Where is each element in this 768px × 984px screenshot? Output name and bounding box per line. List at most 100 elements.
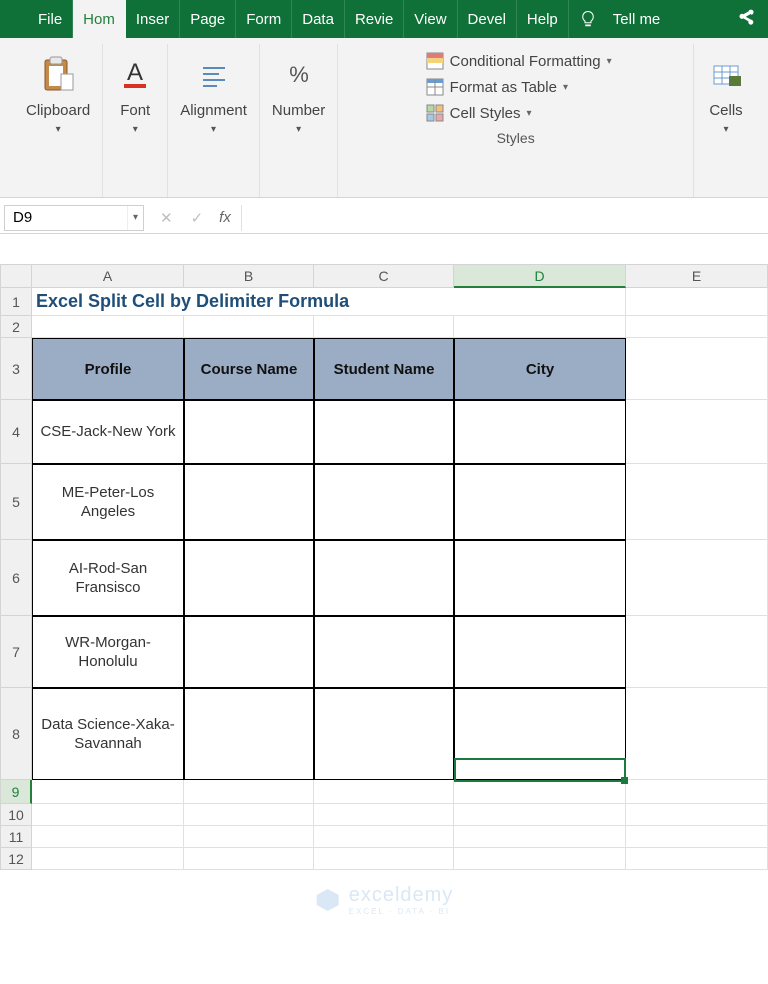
select-all-triangle[interactable] bbox=[0, 264, 32, 288]
share-icon[interactable] bbox=[736, 8, 756, 28]
cell-B12[interactable] bbox=[184, 848, 314, 870]
cell-E12[interactable] bbox=[626, 848, 768, 870]
cell-E2[interactable] bbox=[626, 316, 768, 338]
cell-D8[interactable] bbox=[454, 688, 626, 780]
cell-A6[interactable]: AI-Rod-San Fransisco bbox=[32, 540, 184, 616]
row-header-8[interactable]: 8 bbox=[0, 688, 32, 780]
row-header-3[interactable]: 3 bbox=[0, 338, 32, 400]
conditional-formatting-button[interactable]: Conditional Formatting ▾ bbox=[426, 52, 612, 70]
cell-E8[interactable] bbox=[626, 688, 768, 780]
tab-view[interactable]: View bbox=[404, 0, 457, 38]
cell-C8[interactable] bbox=[314, 688, 454, 780]
tab-file[interactable]: File bbox=[28, 0, 73, 38]
cell-C11[interactable] bbox=[314, 826, 454, 848]
formula-enter-icon[interactable]: ✓ bbox=[191, 209, 204, 227]
tab-developer[interactable]: Devel bbox=[458, 0, 517, 38]
paste-button[interactable]: Clipboard ▾ bbox=[26, 54, 90, 135]
row-header-11[interactable]: 11 bbox=[0, 826, 32, 848]
row-header-5[interactable]: 5 bbox=[0, 464, 32, 540]
cell-B2[interactable] bbox=[184, 316, 314, 338]
cell-A12[interactable] bbox=[32, 848, 184, 870]
tab-page-layout[interactable]: Page bbox=[180, 0, 236, 38]
row-header-6[interactable]: 6 bbox=[0, 540, 32, 616]
name-box-dropdown[interactable]: ▾ bbox=[127, 206, 143, 230]
fx-icon[interactable]: fx bbox=[219, 209, 241, 226]
tab-home[interactable]: Hom bbox=[73, 0, 126, 38]
cell-A1[interactable]: Excel Split Cell by Delimiter Formula bbox=[32, 288, 626, 316]
cell-A7[interactable]: WR-Morgan-Honolulu bbox=[32, 616, 184, 688]
formula-input[interactable] bbox=[242, 205, 768, 231]
formula-bar[interactable] bbox=[241, 205, 768, 231]
row-header-2[interactable]: 2 bbox=[0, 316, 32, 338]
cell-D10[interactable] bbox=[454, 804, 626, 826]
cell-D2[interactable] bbox=[454, 316, 626, 338]
cell-B9[interactable] bbox=[184, 780, 314, 804]
row-header-7[interactable]: 7 bbox=[0, 616, 32, 688]
tab-formulas[interactable]: Form bbox=[236, 0, 292, 38]
cell-D5[interactable] bbox=[454, 464, 626, 540]
cell-A10[interactable] bbox=[32, 804, 184, 826]
cell-C7[interactable] bbox=[314, 616, 454, 688]
cell-C12[interactable] bbox=[314, 848, 454, 870]
col-header-D[interactable]: D bbox=[454, 264, 626, 288]
cell-A3[interactable]: Profile bbox=[32, 338, 184, 400]
cell-C10[interactable] bbox=[314, 804, 454, 826]
number-button[interactable]: % Number ▾ bbox=[272, 54, 325, 135]
row-header-9[interactable]: 9 bbox=[0, 780, 32, 804]
cell-C5[interactable] bbox=[314, 464, 454, 540]
cell-E1[interactable] bbox=[626, 288, 768, 316]
col-header-C[interactable]: C bbox=[314, 264, 454, 288]
row-header-1[interactable]: 1 bbox=[0, 288, 32, 316]
cell-E11[interactable] bbox=[626, 826, 768, 848]
cell-B8[interactable] bbox=[184, 688, 314, 780]
col-header-B[interactable]: B bbox=[184, 264, 314, 288]
cell-B10[interactable] bbox=[184, 804, 314, 826]
cell-B5[interactable] bbox=[184, 464, 314, 540]
cell-A8[interactable]: Data Science-Xaka-Savannah bbox=[32, 688, 184, 780]
cell-A4[interactable]: CSE-Jack-New York bbox=[32, 400, 184, 464]
cell-C6[interactable] bbox=[314, 540, 454, 616]
tab-insert[interactable]: Inser bbox=[126, 0, 180, 38]
cell-E5[interactable] bbox=[626, 464, 768, 540]
cell-E7[interactable] bbox=[626, 616, 768, 688]
col-header-A[interactable]: A bbox=[32, 264, 184, 288]
cell-D9[interactable] bbox=[454, 780, 626, 804]
cell-A11[interactable] bbox=[32, 826, 184, 848]
cell-E4[interactable] bbox=[626, 400, 768, 464]
cell-D12[interactable] bbox=[454, 848, 626, 870]
cell-C4[interactable] bbox=[314, 400, 454, 464]
name-box[interactable]: ▾ bbox=[4, 205, 144, 231]
cell-D6[interactable] bbox=[454, 540, 626, 616]
cell-B6[interactable] bbox=[184, 540, 314, 616]
cell-B7[interactable] bbox=[184, 616, 314, 688]
cell-D7[interactable] bbox=[454, 616, 626, 688]
alignment-button[interactable]: Alignment ▾ bbox=[180, 54, 247, 135]
cell-D3[interactable]: City bbox=[454, 338, 626, 400]
cell-A2[interactable] bbox=[32, 316, 184, 338]
formula-cancel-icon[interactable]: ✕ bbox=[160, 209, 173, 227]
tab-review[interactable]: Revie bbox=[345, 0, 404, 38]
cells-button[interactable]: Cells ▾ bbox=[706, 54, 746, 135]
format-as-table-button[interactable]: Format as Table ▾ bbox=[426, 78, 568, 96]
cell-C9[interactable] bbox=[314, 780, 454, 804]
cell-D4[interactable] bbox=[454, 400, 626, 464]
cell-E6[interactable] bbox=[626, 540, 768, 616]
cell-E3[interactable] bbox=[626, 338, 768, 400]
tab-data[interactable]: Data bbox=[292, 0, 345, 38]
tab-help[interactable]: Help bbox=[517, 0, 569, 38]
cell-A5[interactable]: ME-Peter-Los Angeles bbox=[32, 464, 184, 540]
cell-E10[interactable] bbox=[626, 804, 768, 826]
cell-C2[interactable] bbox=[314, 316, 454, 338]
cell-C3[interactable]: Student Name bbox=[314, 338, 454, 400]
cell-B3[interactable]: Course Name bbox=[184, 338, 314, 400]
row-header-4[interactable]: 4 bbox=[0, 400, 32, 464]
row-header-12[interactable]: 12 bbox=[0, 848, 32, 870]
cell-B4[interactable] bbox=[184, 400, 314, 464]
font-button[interactable]: A Font ▾ bbox=[115, 54, 155, 135]
name-box-input[interactable] bbox=[5, 209, 127, 226]
cell-E9[interactable] bbox=[626, 780, 768, 804]
cell-styles-button[interactable]: Cell Styles ▾ bbox=[426, 104, 532, 122]
cell-B11[interactable] bbox=[184, 826, 314, 848]
cell-A9[interactable] bbox=[32, 780, 184, 804]
row-header-10[interactable]: 10 bbox=[0, 804, 32, 826]
